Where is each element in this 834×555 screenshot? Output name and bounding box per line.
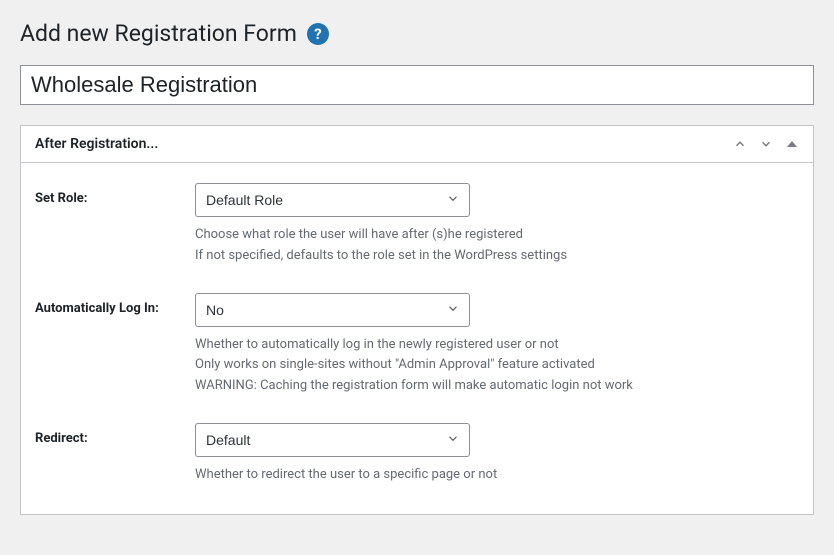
toggle-panel-icon[interactable]	[781, 133, 803, 155]
redirect-label: Redirect:	[35, 423, 195, 486]
postbox-body: Set Role: Default Role Choose what role …	[21, 163, 813, 514]
form-title-input[interactable]	[20, 65, 814, 105]
auto-login-label: Automatically Log In:	[35, 293, 195, 397]
page-title: Add new Registration Form	[20, 20, 297, 47]
set-role-label: Set Role:	[35, 183, 195, 267]
after-registration-box: After Registration... Set Role: Default …	[20, 125, 814, 515]
help-icon[interactable]: ?	[307, 23, 329, 45]
move-down-icon[interactable]	[755, 133, 777, 155]
move-up-icon[interactable]	[729, 133, 751, 155]
set-role-select[interactable]: Default Role	[195, 183, 470, 217]
redirect-description: Whether to redirect the user to a specif…	[195, 465, 799, 486]
auto-login-select[interactable]: No	[195, 293, 470, 327]
redirect-select[interactable]: Default	[195, 423, 470, 457]
postbox-header: After Registration...	[21, 126, 813, 163]
postbox-title: After Registration...	[21, 126, 729, 162]
auto-login-description: Whether to automatically log in the newl…	[195, 335, 799, 397]
set-role-description: Choose what role the user will have afte…	[195, 225, 799, 267]
